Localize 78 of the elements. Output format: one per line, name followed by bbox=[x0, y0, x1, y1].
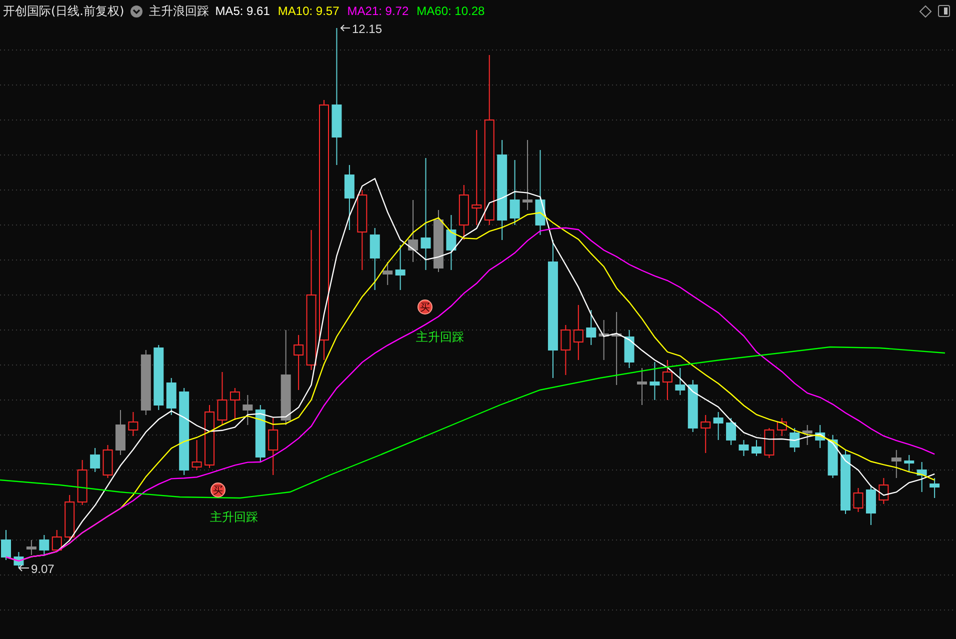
buy-signal-badge: 买 bbox=[418, 300, 432, 314]
high-price-label: 12.15 bbox=[352, 22, 382, 36]
candlestick bbox=[14, 552, 24, 568]
pointer-arrow-icon bbox=[340, 24, 350, 32]
candlestick bbox=[828, 434, 838, 478]
candlestick bbox=[853, 488, 864, 512]
candlestick bbox=[891, 450, 902, 478]
panel-toggle-icon[interactable] bbox=[938, 5, 950, 17]
candlestick bbox=[1, 530, 11, 560]
candlestick bbox=[866, 484, 876, 526]
candlestick bbox=[204, 404, 215, 468]
candlestick bbox=[840, 450, 851, 514]
candlestick bbox=[878, 478, 889, 504]
candlestick bbox=[255, 404, 266, 462]
candlestick bbox=[433, 210, 444, 272]
candlestick bbox=[52, 530, 62, 552]
candlestick bbox=[522, 140, 533, 210]
signal-label: 主升回踩 bbox=[416, 330, 464, 344]
candlestick bbox=[738, 440, 749, 456]
candlestick bbox=[26, 540, 36, 556]
candlestick bbox=[802, 424, 812, 446]
candlestick bbox=[128, 412, 138, 436]
candlestick bbox=[217, 372, 228, 426]
candlestick bbox=[764, 428, 774, 458]
candlestick bbox=[192, 440, 202, 470]
candlestick bbox=[726, 418, 736, 446]
candlestick bbox=[115, 410, 126, 456]
candlestick bbox=[573, 304, 584, 360]
candlestick bbox=[344, 164, 354, 230]
indicator-name: 主升浪回踩 bbox=[149, 2, 210, 20]
ma-legend-value: MA5: 9.61 bbox=[215, 4, 270, 18]
candlestick bbox=[140, 350, 151, 416]
candlestick bbox=[458, 184, 469, 240]
candlestick bbox=[624, 330, 634, 368]
candlestick bbox=[510, 160, 520, 226]
candlestick bbox=[382, 262, 393, 286]
candlestick bbox=[90, 448, 100, 472]
candlestick bbox=[637, 368, 647, 406]
candlestick bbox=[930, 478, 940, 498]
candlestick bbox=[294, 334, 304, 390]
diamond-icon[interactable] bbox=[919, 4, 932, 18]
candlestick bbox=[268, 418, 278, 476]
candlestick bbox=[688, 380, 698, 432]
candlestick bbox=[230, 388, 240, 420]
pointer-arrow-icon bbox=[18, 564, 30, 572]
ma-legend-value: MA10: 9.57 bbox=[278, 4, 340, 18]
candlestick bbox=[370, 228, 380, 290]
candlestick bbox=[904, 454, 914, 472]
dropdown-icon[interactable] bbox=[130, 4, 144, 18]
candlestick bbox=[700, 414, 711, 454]
low-price-label: 9.07 bbox=[31, 562, 54, 576]
candlestick bbox=[408, 200, 418, 262]
candlestick bbox=[77, 460, 88, 506]
candlestick bbox=[166, 378, 176, 416]
candlestick bbox=[815, 424, 826, 448]
candlestick bbox=[916, 462, 927, 492]
candlestick bbox=[675, 368, 686, 396]
candlestick bbox=[662, 360, 672, 400]
candlestick bbox=[64, 494, 75, 540]
signal-label: 主升回踩 bbox=[210, 510, 258, 524]
candlestick bbox=[242, 394, 253, 426]
candlestick bbox=[751, 440, 762, 456]
candlestick bbox=[586, 310, 596, 346]
ma-legend-value: MA60: 10.28 bbox=[416, 4, 485, 18]
candlestick bbox=[790, 428, 800, 452]
candlestick bbox=[395, 244, 406, 290]
candlestick bbox=[446, 214, 456, 270]
stock-title: 开创国际(日线.前复权) bbox=[3, 2, 124, 20]
candlestick bbox=[598, 320, 609, 360]
candlestick bbox=[776, 418, 787, 436]
candlestick bbox=[39, 534, 50, 556]
candlestick bbox=[713, 412, 724, 440]
candlestick bbox=[154, 344, 164, 410]
buy-signal-badge: 买 bbox=[210, 482, 226, 498]
candlestick bbox=[102, 444, 113, 478]
ma-legend-value: MA21: 9.72 bbox=[347, 4, 409, 18]
candlestick bbox=[560, 324, 571, 376]
candlestick bbox=[650, 362, 660, 400]
